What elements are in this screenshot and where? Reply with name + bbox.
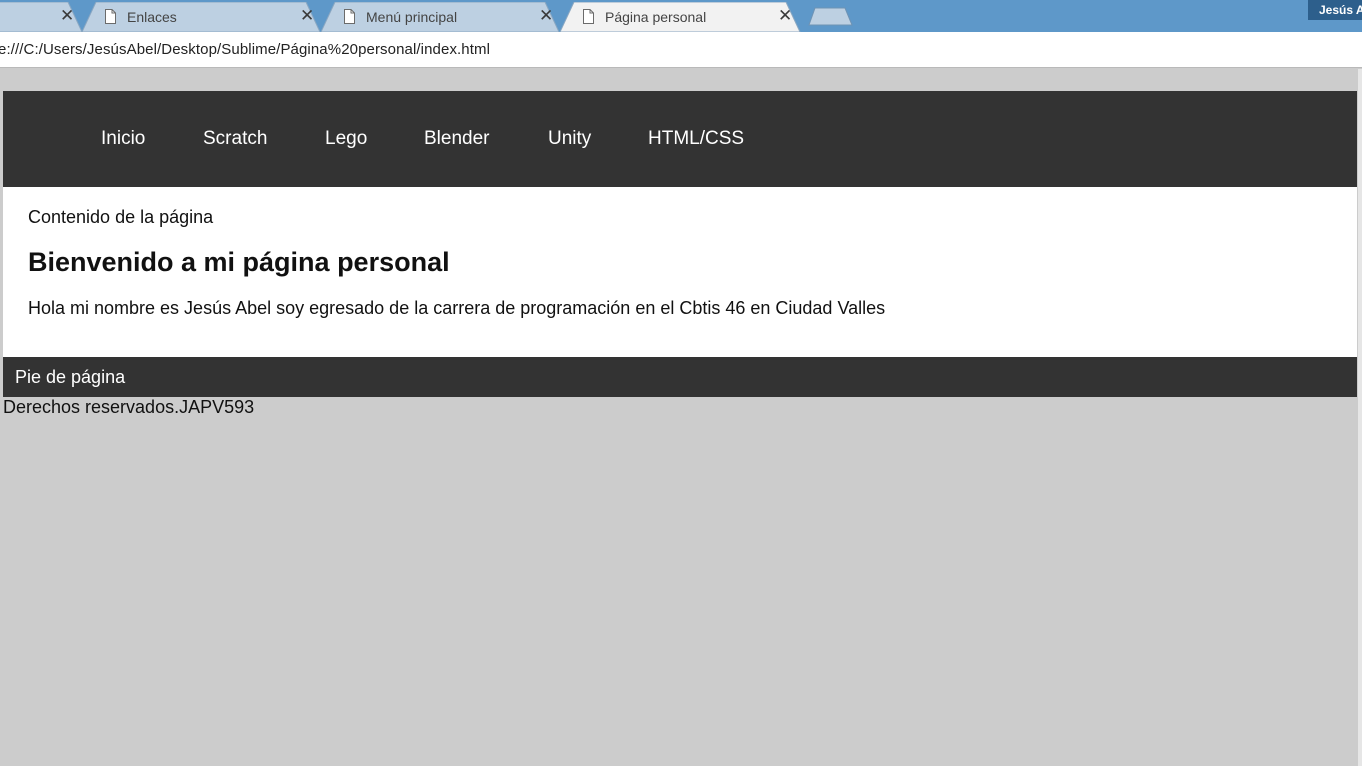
scrollbar[interactable] [1358,69,1362,766]
footer: Pie de página [3,357,1357,397]
tab-close-icon[interactable]: ✕ [60,7,74,25]
tab-close-icon[interactable]: ✕ [300,7,314,25]
browser-tab-0[interactable]: ✕ [0,2,90,32]
content-label: Contenido de la página [28,207,214,227]
tab-title: Enlaces [127,9,177,25]
nav-bar: Inicio Scratch Lego Blender Unity HTML/C… [3,91,1357,187]
tab-strip: ✕ Enlaces ✕ Menú principal ✕ Página pers… [0,0,1362,32]
tab-close-icon[interactable]: ✕ [539,7,553,25]
profile-button[interactable]: Jesús A [1308,0,1362,20]
main-content: Contenido de la página Bienvenido a mi p… [3,187,1357,357]
page-icon [344,9,355,24]
footer-label: Pie de página [15,367,126,387]
new-tab-button[interactable] [808,6,854,26]
tab-shape [0,2,83,32]
nav-item-lego[interactable]: Lego [325,128,367,150]
page-title: Bienvenido a mi página personal [28,247,450,277]
intro-paragraph: Hola mi nombre es Jesús Abel soy egresad… [28,298,886,318]
browser-tab-menu-principal[interactable]: Menú principal ✕ [321,2,571,32]
browser-tab-enlaces[interactable]: Enlaces ✕ [82,2,332,32]
nav-item-scratch[interactable]: Scratch [203,128,267,150]
nav-item-html-css[interactable]: HTML/CSS [648,128,744,150]
tab-close-icon[interactable]: ✕ [778,7,792,25]
copyright-text: Derechos reservados.JAPV593 [3,397,255,417]
page-icon [105,9,116,24]
address-bar[interactable]: e:///C:/Users/JesúsAbel/Desktop/Sublime/… [0,41,490,58]
page-viewport: Inicio Scratch Lego Blender Unity HTML/C… [0,69,1362,766]
page-icon [583,9,594,24]
nav-item-blender[interactable]: Blender [424,128,490,150]
tab-shape [82,2,321,32]
tab-title: Página personal [605,9,707,25]
browser-tab-pagina-personal[interactable]: Página personal ✕ [560,2,812,32]
tab-title: Menú principal [366,9,458,25]
nav-item-unity[interactable]: Unity [548,128,591,150]
browser-toolbar: e:///C:/Users/JesúsAbel/Desktop/Sublime/… [0,32,1362,68]
nav-item-inicio[interactable]: Inicio [101,128,145,150]
